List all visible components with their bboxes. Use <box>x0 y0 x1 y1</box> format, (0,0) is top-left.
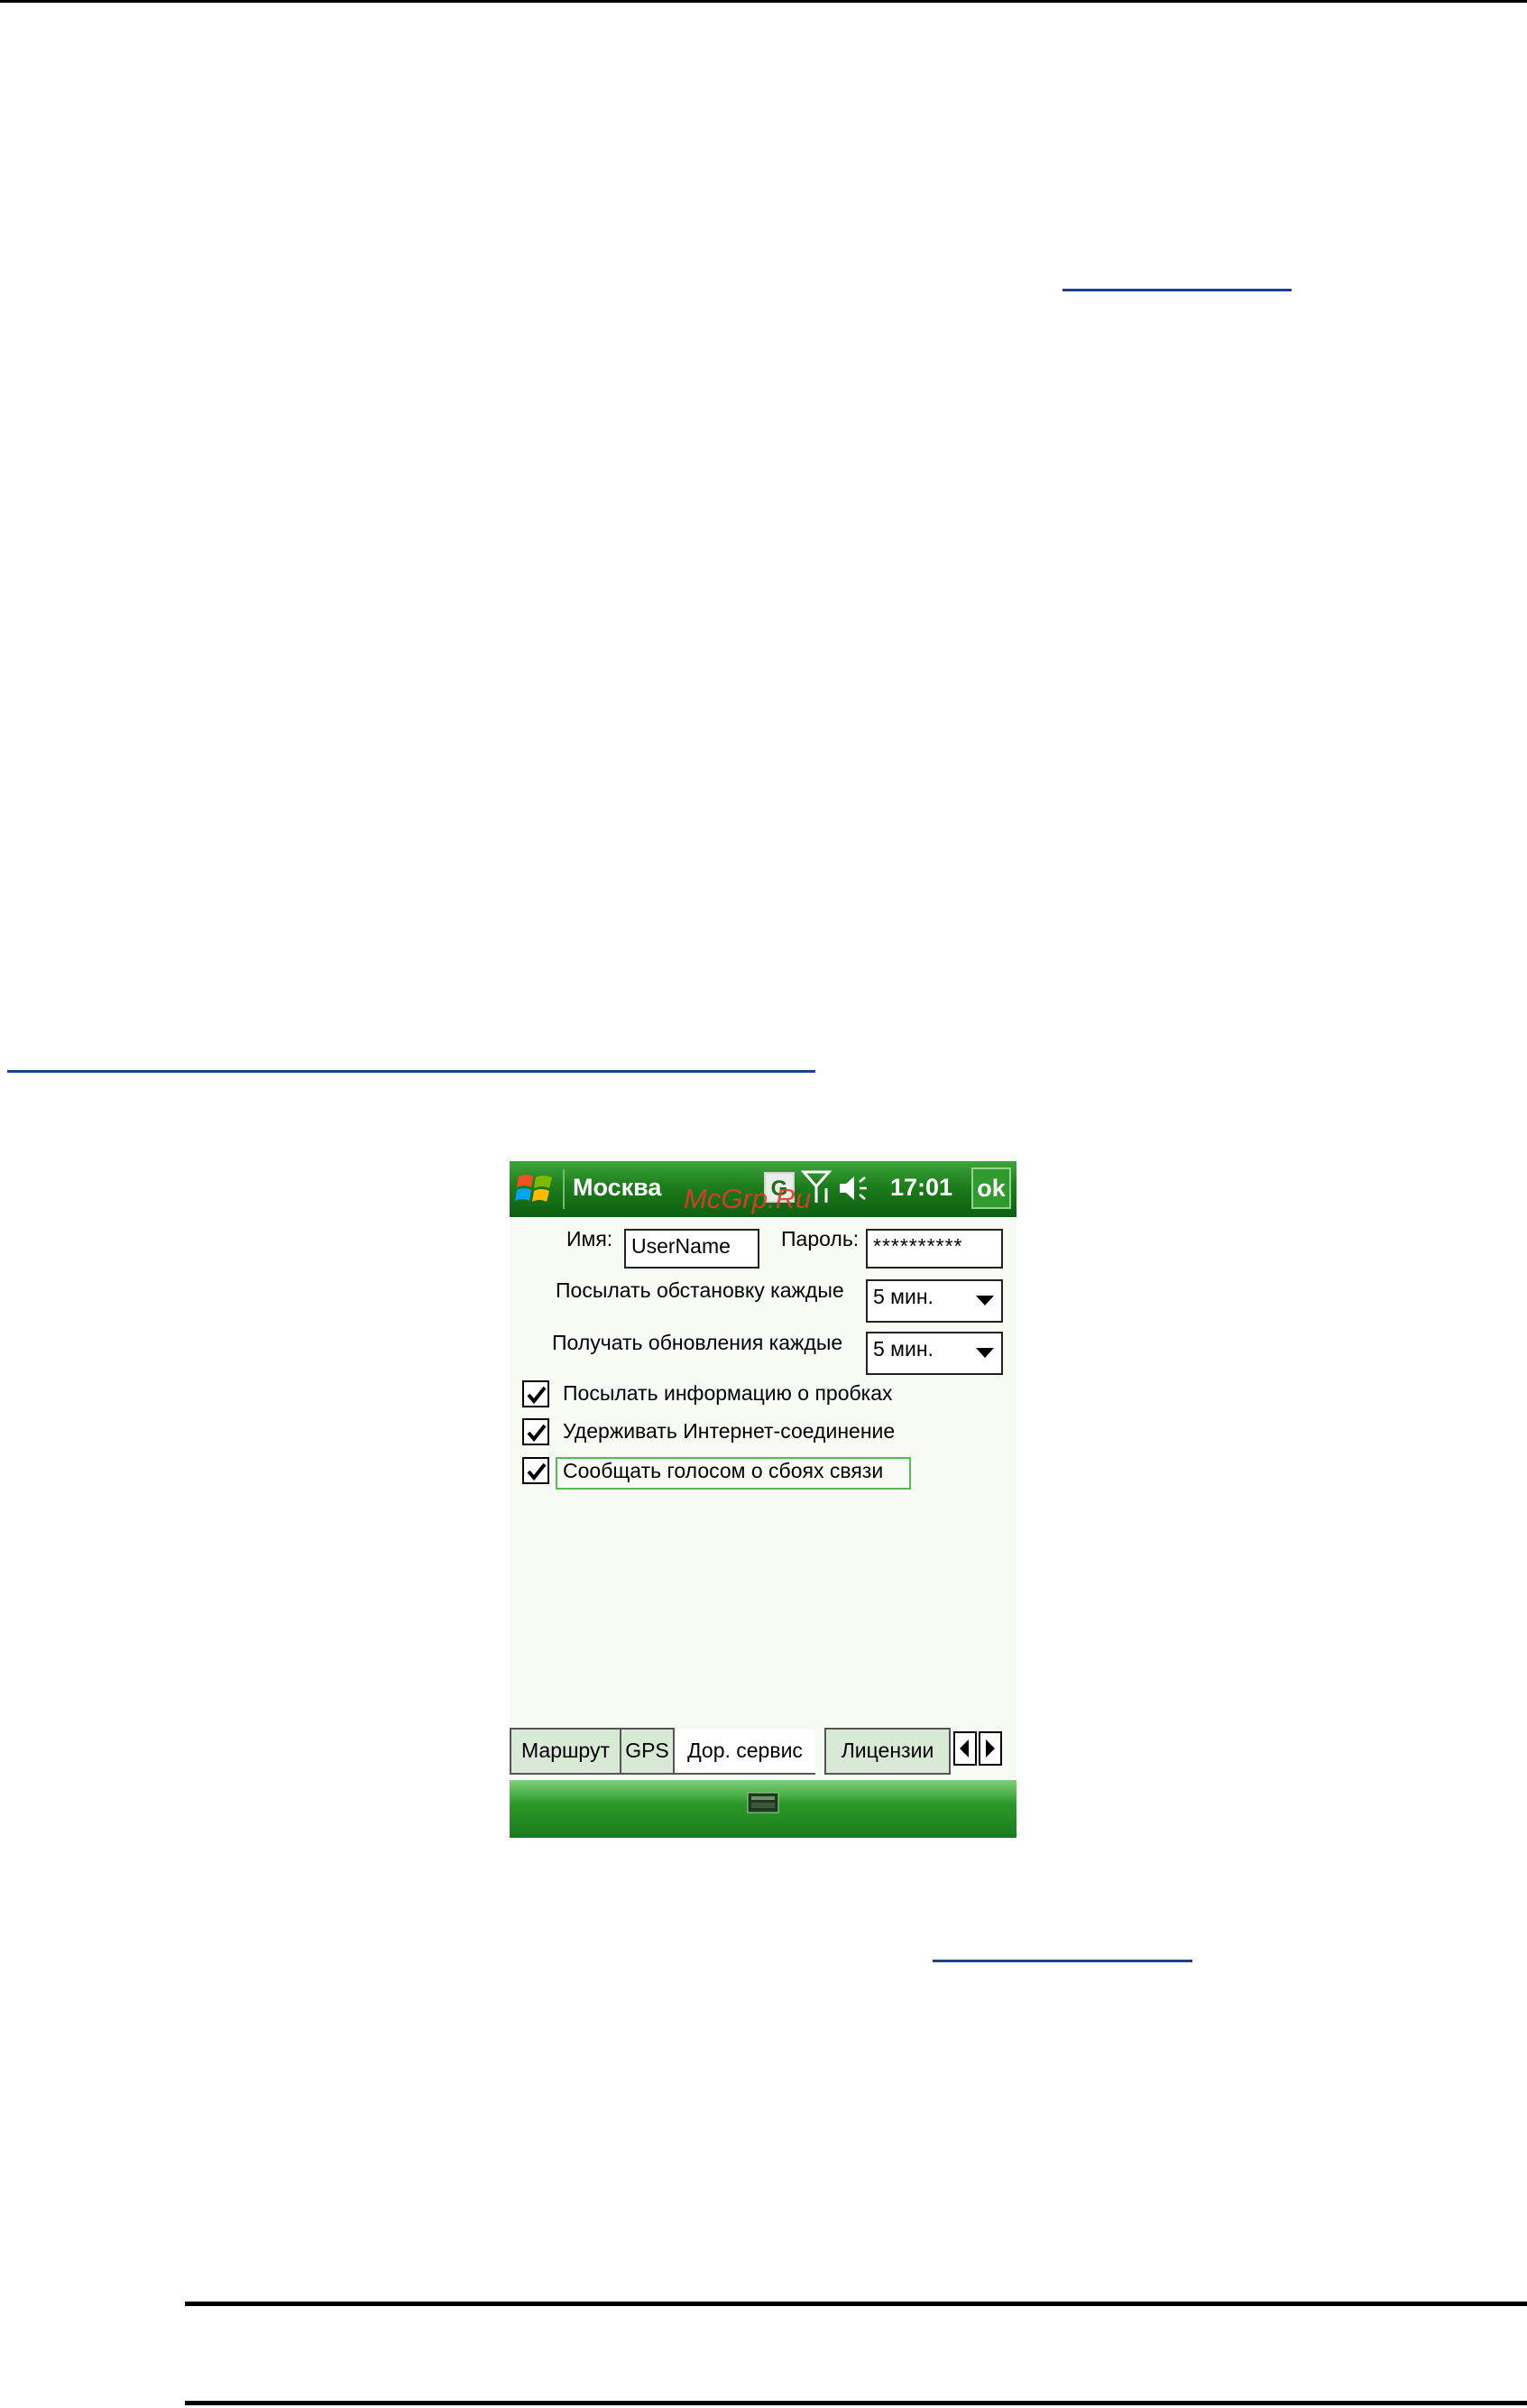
top-rule <box>0 0 1527 3</box>
link-underline-1[interactable] <box>1062 289 1292 291</box>
tab-road-service[interactable]: Дор. сервис <box>675 1728 815 1775</box>
password-input[interactable]: ********** <box>866 1229 1003 1269</box>
password-label: Пароль: <box>781 1227 860 1250</box>
send-interval-select[interactable]: 5 мин. <box>866 1279 1003 1323</box>
checkbox-label: Посылать информацию о пробках <box>563 1381 893 1405</box>
title-separator <box>563 1169 565 1209</box>
clock[interactable]: 17:01 <box>890 1174 952 1202</box>
checkbox-label: Удерживать Интернет-соединение <box>563 1419 896 1443</box>
tab-route[interactable]: Маршрут <box>510 1728 621 1775</box>
watermark: McGrp.Ru <box>684 1183 812 1214</box>
receive-interval-value: 5 мин. <box>873 1337 934 1361</box>
windows-start-icon[interactable] <box>513 1167 557 1211</box>
voice-alert-checkbox[interactable] <box>522 1457 549 1484</box>
name-label: Имя: <box>566 1227 613 1250</box>
ok-button[interactable]: ok <box>971 1167 1011 1209</box>
checkbox-label: Сообщать голосом о сбоях связи <box>563 1459 884 1482</box>
receive-interval-label: Получать обновления каждые <box>552 1331 843 1354</box>
link-underline-2[interactable] <box>7 1070 815 1073</box>
link-underline-3[interactable] <box>933 1960 1192 1962</box>
window-title: Москва <box>573 1174 662 1201</box>
soft-key-bar <box>510 1780 1016 1838</box>
footer-rule-bottom <box>185 2401 1527 2405</box>
chevron-down-icon[interactable] <box>976 1348 994 1358</box>
device-screenshot: Москва G 17:01 ok McGrp.Ru Имя: UserName… <box>510 1161 1016 1838</box>
keyboard-icon[interactable] <box>747 1789 779 1816</box>
receive-interval-select[interactable]: 5 мин. <box>866 1332 1003 1375</box>
traffic-info-checkbox[interactable] <box>522 1380 549 1407</box>
tab-bar: Маршрут GPS Дор. сервис Лицензии <box>510 1728 1016 1778</box>
footer-rule-top <box>185 2302 1527 2306</box>
volume-icon[interactable] <box>836 1172 870 1204</box>
send-interval-label: Посылать обстановку каждые <box>556 1278 844 1302</box>
keep-connection-checkbox[interactable] <box>522 1418 549 1445</box>
tab-licenses: Лицензии <box>824 1728 951 1775</box>
tab-gps[interactable]: GPS <box>620 1728 675 1775</box>
name-input[interactable]: UserName <box>624 1229 759 1269</box>
arrow-left-icon[interactable] <box>953 1731 977 1766</box>
chevron-down-icon[interactable] <box>976 1296 994 1305</box>
arrow-right-icon[interactable] <box>979 1731 1002 1766</box>
send-interval-value: 5 мин. <box>873 1285 934 1308</box>
